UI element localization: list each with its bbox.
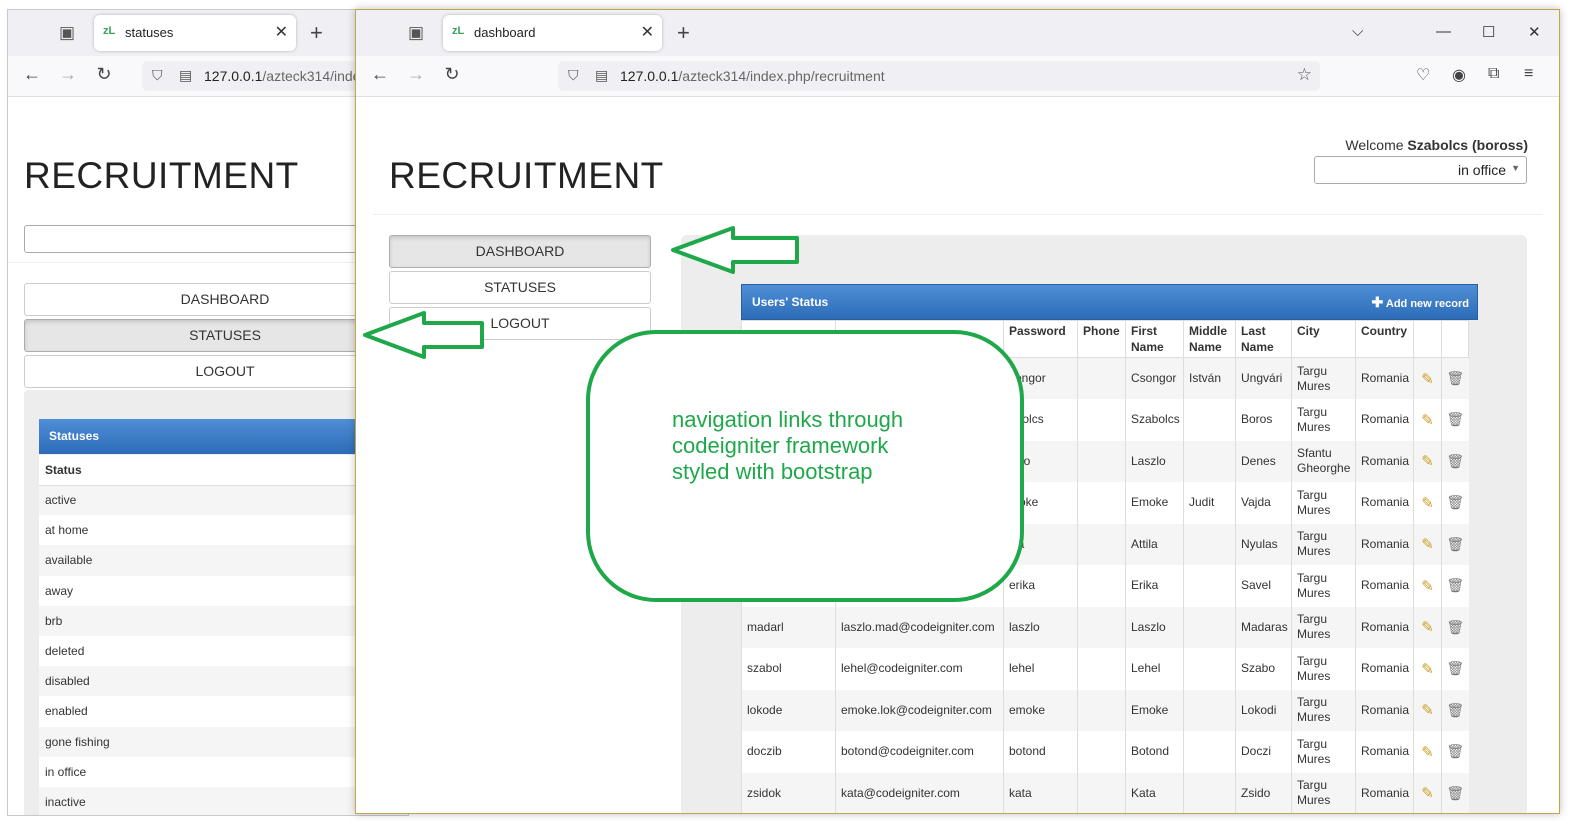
arrow-to-dashboard <box>671 226 799 274</box>
callout-line: navigation links through <box>672 407 904 432</box>
callout-line: styled with bootstrap <box>672 459 873 484</box>
callout-line: codeigniter framework <box>672 433 889 458</box>
arrow-to-statuses <box>363 311 484 359</box>
callout-text: navigation links through codeigniter fra… <box>672 407 903 485</box>
